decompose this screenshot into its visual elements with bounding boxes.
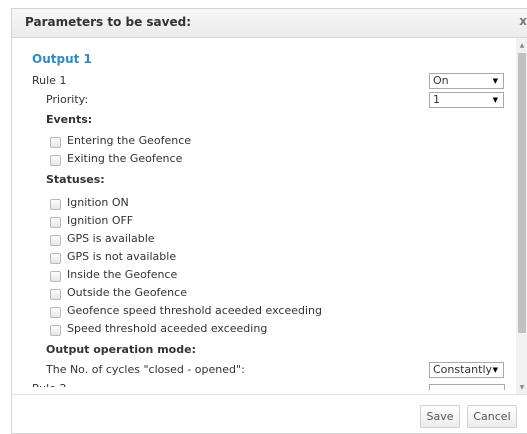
status-label: Speed threshold aceeded exceeding bbox=[67, 322, 268, 335]
output-title: Output 1 bbox=[32, 52, 92, 66]
event-checkbox-exiting[interactable] bbox=[50, 155, 61, 166]
rule-2-select[interactable] bbox=[429, 384, 505, 390]
cycles-select-value: Constantly bbox=[433, 363, 493, 376]
status-checkbox-ignition-off[interactable] bbox=[50, 217, 61, 228]
status-checkbox-outside-geofence[interactable] bbox=[50, 289, 61, 300]
rule-2-label: Rule 2 bbox=[32, 382, 72, 387]
status-label: GPS is available bbox=[67, 232, 155, 245]
status-label: Inside the Geofence bbox=[67, 268, 178, 281]
status-label: Outside the Geofence bbox=[67, 286, 187, 299]
status-label: Ignition OFF bbox=[67, 214, 134, 227]
event-checkbox-entering[interactable] bbox=[50, 137, 61, 148]
status-checkbox-gps-available[interactable] bbox=[50, 235, 61, 246]
cancel-button[interactable]: Cancel bbox=[467, 405, 517, 428]
status-label: Ignition ON bbox=[67, 196, 129, 209]
dialog-title: Parameters to be saved: bbox=[25, 15, 191, 29]
dialog-content: Output 1 Rule 1 On ▼ Priority: 1 ▼ Event… bbox=[12, 38, 514, 394]
priority-select-value: 1 bbox=[433, 93, 440, 106]
status-checkbox-geofence-speed[interactable] bbox=[50, 307, 61, 318]
statuses-heading: Statuses: bbox=[46, 173, 105, 186]
save-button[interactable]: Save bbox=[420, 405, 460, 428]
rule-1-select-value: On bbox=[433, 74, 449, 87]
rule-1-select[interactable]: On ▼ bbox=[429, 73, 504, 89]
status-checkbox-ignition-on[interactable] bbox=[50, 199, 61, 210]
rule-1-label: Rule 1 bbox=[32, 74, 67, 87]
scroll-down-icon[interactable]: ▼ bbox=[516, 382, 527, 394]
vertical-scrollbar[interactable]: ▲ ▼ bbox=[516, 38, 527, 394]
status-label: GPS is not available bbox=[67, 250, 177, 263]
status-label: Geofence speed threshold aceeded exceedi… bbox=[67, 304, 322, 317]
parameters-dialog: Parameters to be saved: x Output 1 Rule … bbox=[11, 8, 527, 434]
output-mode-heading: Output operation mode: bbox=[46, 343, 196, 356]
status-checkbox-inside-geofence[interactable] bbox=[50, 271, 61, 282]
cycles-select[interactable]: Constantly ▼ bbox=[429, 362, 504, 378]
scroll-up-icon[interactable]: ▲ bbox=[516, 40, 527, 52]
status-checkbox-gps-not-available[interactable] bbox=[50, 253, 61, 264]
scrollbar-thumb[interactable] bbox=[518, 53, 526, 333]
chevron-down-icon: ▼ bbox=[492, 366, 498, 374]
close-icon[interactable]: x bbox=[519, 14, 527, 28]
dialog-titlebar: Parameters to be saved: x bbox=[12, 9, 527, 38]
event-label-entering: Entering the Geofence bbox=[67, 134, 192, 147]
dialog-footer: Save Cancel bbox=[12, 394, 527, 433]
cycles-label: The No. of cycles "closed - opened": bbox=[46, 363, 245, 376]
chevron-down-icon: ▼ bbox=[492, 77, 498, 85]
events-heading: Events: bbox=[46, 113, 93, 126]
status-checkbox-speed-threshold[interactable] bbox=[50, 325, 61, 336]
priority-label: Priority: bbox=[46, 93, 89, 106]
priority-select[interactable]: 1 ▼ bbox=[429, 92, 504, 108]
chevron-down-icon: ▼ bbox=[492, 96, 498, 104]
event-label-exiting: Exiting the Geofence bbox=[67, 152, 183, 165]
